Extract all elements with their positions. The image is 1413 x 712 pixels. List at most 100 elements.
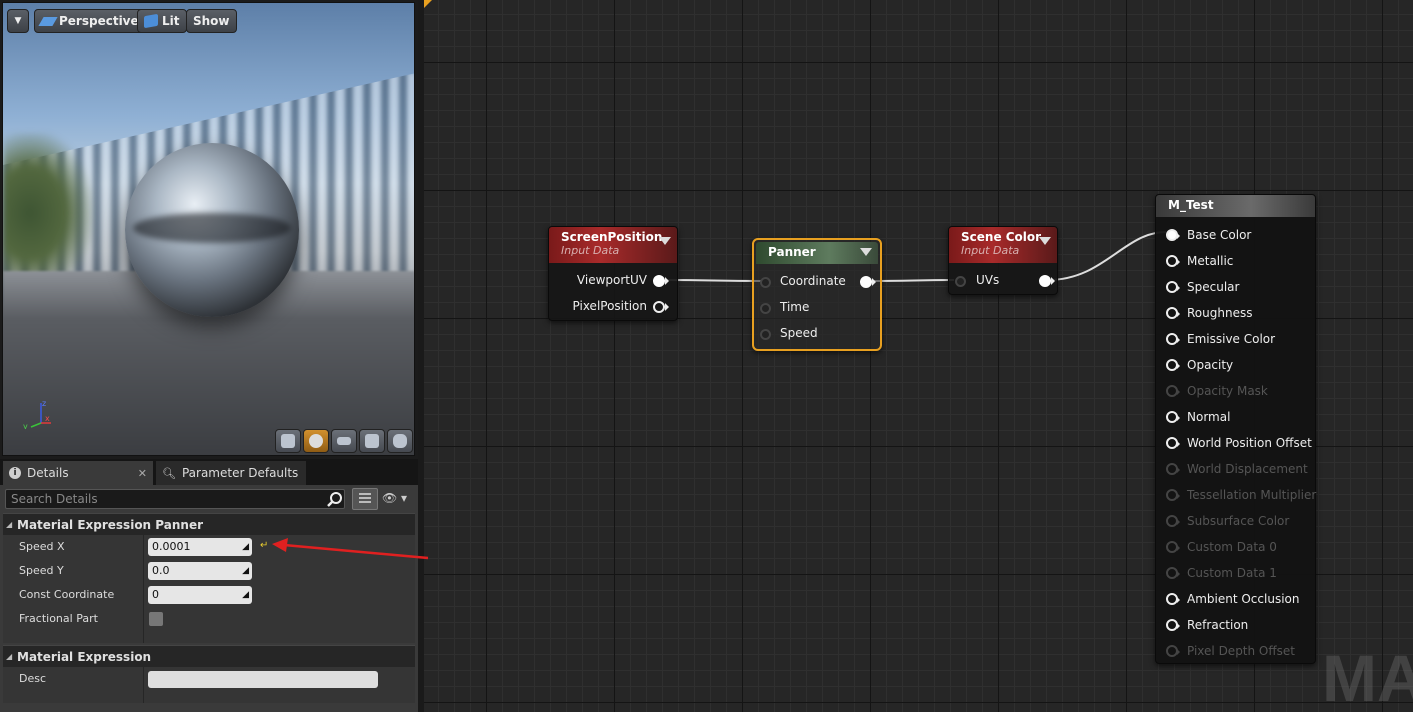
property-divider bbox=[143, 535, 144, 559]
pin-label: Time bbox=[780, 300, 810, 314]
pin-hollow-icon bbox=[1166, 359, 1180, 371]
cylinder-icon bbox=[281, 434, 295, 448]
preview-cube-button[interactable] bbox=[359, 429, 385, 453]
tab-details[interactable]: i Details ✕ bbox=[3, 461, 153, 485]
show-button[interactable]: Show bbox=[186, 9, 237, 33]
close-icon[interactable]: ✕ bbox=[138, 467, 147, 480]
pin-label: Coordinate bbox=[780, 274, 846, 288]
reset-to-default-icon[interactable]: ↵ bbox=[260, 541, 270, 551]
speed-x-field[interactable]: 0.0001 bbox=[148, 538, 252, 556]
pin-hollow-icon bbox=[1166, 333, 1180, 345]
lit-cube-icon bbox=[144, 13, 158, 29]
search-input[interactable]: Search Details bbox=[5, 489, 345, 509]
pin-hollow-icon bbox=[1166, 463, 1180, 475]
pin-arrow-icon bbox=[665, 277, 669, 285]
panner-node[interactable]: Panner Coordinate Time Speed bbox=[752, 238, 882, 351]
category-material-expression-panner[interactable]: Material Expression Panner bbox=[3, 513, 415, 536]
svg-text:x: x bbox=[45, 414, 50, 423]
output-pin-pixelposition[interactable]: PixelPosition bbox=[549, 297, 669, 317]
input-pin-speed[interactable]: Speed bbox=[760, 324, 876, 344]
pin-empty-icon bbox=[760, 277, 771, 288]
view-options-button[interactable] bbox=[352, 488, 378, 510]
category-material-expression[interactable]: Material Expression bbox=[3, 645, 415, 668]
pin-hollow-icon bbox=[1166, 281, 1180, 293]
axis-gizmo-icon: z x y bbox=[23, 399, 51, 429]
svg-text:y: y bbox=[23, 422, 28, 429]
output-pin-viewportuv[interactable]: ViewportUV bbox=[549, 271, 669, 291]
desc-field[interactable] bbox=[148, 671, 378, 688]
node-title: M_Test bbox=[1168, 198, 1214, 212]
property-row-fractional-part: Fractional Part bbox=[3, 607, 415, 643]
eye-icon[interactable]: 👁︎ ▾ bbox=[382, 491, 412, 505]
screen-position-node[interactable]: ScreenPosition Input Data ViewportUV Pix… bbox=[548, 226, 678, 321]
property-divider bbox=[143, 583, 144, 607]
property-divider bbox=[143, 607, 144, 643]
pin-filled-icon bbox=[1166, 229, 1180, 241]
search-icon: 🔍︎ bbox=[162, 466, 176, 480]
property-row-speed-y: Speed Y 0.0 bbox=[3, 559, 415, 583]
const-coordinate-field[interactable]: 0 bbox=[148, 586, 252, 604]
preview-sphere-button[interactable] bbox=[303, 429, 329, 453]
property-row-const-coordinate: Const Coordinate 0 bbox=[3, 583, 415, 607]
pin-label: Tessellation Multiplier bbox=[1187, 488, 1317, 502]
pin-arrow-icon bbox=[1051, 277, 1055, 285]
material-result-node[interactable]: M_Test Base Color Metallic Specular Roughne… bbox=[1155, 194, 1316, 664]
property-divider bbox=[143, 667, 144, 703]
fractional-part-checkbox[interactable] bbox=[149, 612, 163, 626]
input-pin-coordinate[interactable]: Coordinate bbox=[760, 272, 876, 292]
pin-label: PixelPosition bbox=[572, 299, 647, 313]
pin-hollow-icon bbox=[1166, 437, 1180, 449]
preview-mesh-button[interactable] bbox=[387, 429, 413, 453]
pin-empty-icon bbox=[955, 276, 966, 287]
node-header: Scene Color Input Data bbox=[949, 227, 1057, 263]
preview-plane-button[interactable] bbox=[331, 429, 357, 453]
pin-label: Subsurface Color bbox=[1187, 514, 1290, 528]
preview-viewport[interactable]: ▼ Perspective Lit Show z x y bbox=[2, 2, 415, 456]
teapot-icon bbox=[393, 434, 407, 448]
scene-color-node[interactable]: Scene Color Input Data UVs bbox=[948, 226, 1058, 295]
collapse-arrow-icon[interactable] bbox=[860, 248, 872, 256]
viewport-menu-button[interactable]: ▼ bbox=[7, 9, 29, 33]
pin-hollow-icon bbox=[1166, 307, 1180, 319]
pin-label: Pixel Depth Offset bbox=[1187, 644, 1295, 658]
material-graph-canvas[interactable]: MAT ScreenPosition Input Data ViewportUV… bbox=[424, 0, 1413, 712]
preview-cylinder-button[interactable] bbox=[275, 429, 301, 453]
perspective-icon bbox=[38, 16, 58, 26]
pin-label: Base Color bbox=[1187, 228, 1252, 242]
pin-hollow-icon bbox=[1166, 385, 1180, 397]
pin-arrow-icon bbox=[872, 278, 876, 286]
pin-label: Custom Data 0 bbox=[1187, 540, 1277, 554]
input-pin-time[interactable]: Time bbox=[760, 298, 876, 318]
node-header: M_Test bbox=[1156, 195, 1315, 217]
node-title: ScreenPosition bbox=[561, 230, 663, 244]
pin-label: Opacity bbox=[1187, 358, 1234, 372]
speed-x-label: Speed X bbox=[19, 540, 65, 553]
desc-label: Desc bbox=[19, 672, 47, 685]
sphere-icon bbox=[309, 434, 323, 448]
pin-hollow-icon bbox=[1166, 541, 1180, 553]
pin-label: ViewportUV bbox=[576, 273, 647, 287]
collapse-arrow-icon[interactable] bbox=[659, 237, 671, 245]
pin-filled-icon[interactable] bbox=[860, 276, 872, 288]
chevron-down-icon: ▼ bbox=[14, 16, 22, 26]
cube-icon bbox=[365, 434, 379, 448]
lit-button[interactable]: Lit bbox=[137, 9, 187, 33]
search-icon[interactable] bbox=[327, 491, 343, 507]
show-label: Show bbox=[193, 14, 230, 28]
pin-arrow-icon bbox=[665, 303, 669, 311]
speed-y-field[interactable]: 0.0 bbox=[148, 562, 252, 580]
info-icon: i bbox=[9, 467, 21, 479]
svg-text:z: z bbox=[42, 399, 46, 408]
pin-label: UVs bbox=[976, 273, 1000, 287]
pin-hollow-icon bbox=[1166, 515, 1180, 527]
collapse-arrow-icon[interactable] bbox=[1039, 237, 1051, 245]
list-icon bbox=[359, 493, 371, 505]
fractional-part-label: Fractional Part bbox=[19, 612, 98, 625]
tab-parameter-defaults[interactable]: 🔍︎ Parameter Defaults bbox=[156, 461, 306, 485]
pin-label: Roughness bbox=[1187, 306, 1253, 320]
details-tab-bar: i Details ✕ 🔍︎ Parameter Defaults bbox=[0, 459, 418, 485]
pin-filled-icon[interactable] bbox=[1039, 275, 1051, 287]
pin-label: Metallic bbox=[1187, 254, 1234, 268]
input-pin-uvs[interactable]: UVs bbox=[955, 271, 1055, 291]
perspective-button[interactable]: Perspective bbox=[34, 9, 146, 33]
